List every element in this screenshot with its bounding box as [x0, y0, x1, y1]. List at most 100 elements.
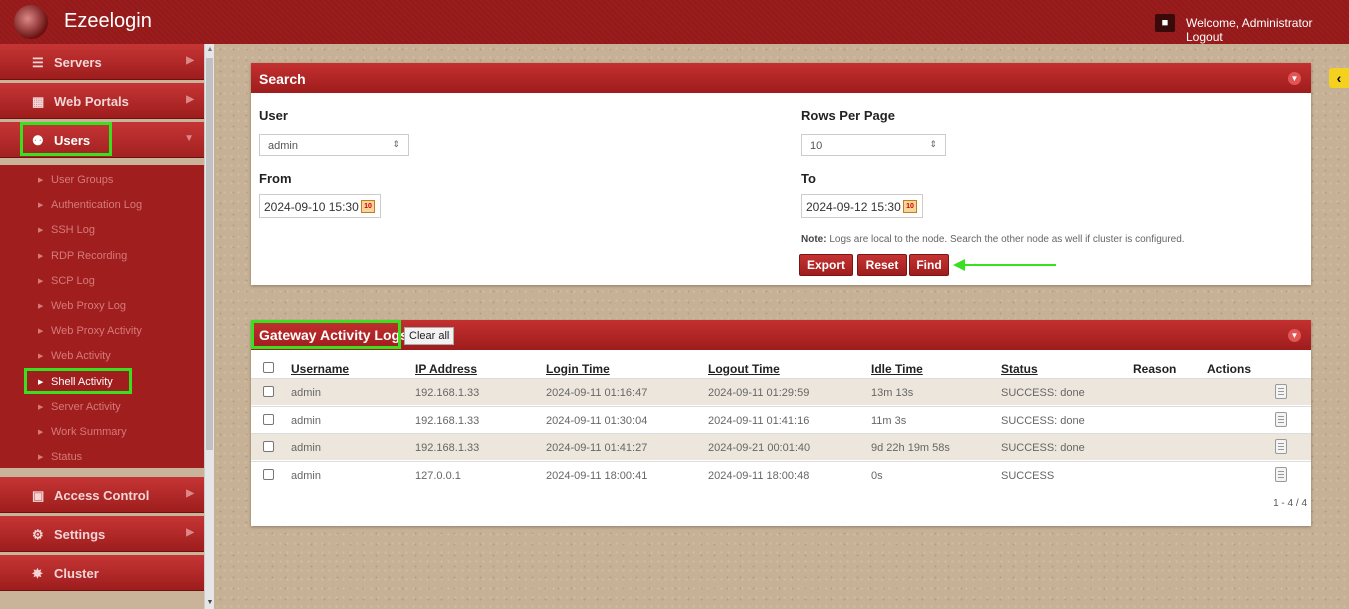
- bullet-icon: ▶: [38, 202, 44, 210]
- highlight-gateway-title: [251, 320, 401, 349]
- bullet-icon: ▶: [38, 227, 44, 235]
- bullet-icon: ▶: [38, 328, 44, 336]
- cell-status: SUCCESS: done: [1001, 387, 1085, 399]
- cell-idle: 0s: [871, 469, 883, 482]
- side-panel-toggle-icon[interactable]: ‹: [1329, 68, 1349, 88]
- welcome-logout-link[interactable]: Welcome, Administrator Logout: [1186, 16, 1349, 44]
- col-header-ip-address[interactable]: IP Address: [415, 362, 477, 376]
- select-caret-icon: ⇕: [392, 139, 400, 149]
- calendar-icon[interactable]: 10: [361, 200, 375, 213]
- col-header-login-time[interactable]: Login Time: [546, 362, 610, 376]
- delete-icon[interactable]: [1275, 411, 1287, 427]
- sidebar-item-cluster[interactable]: ✸ Cluster: [0, 555, 204, 591]
- lock-icon: ▣: [32, 488, 45, 503]
- sidebar-subitem-web-activity[interactable]: ▶ Web Activity: [0, 344, 204, 369]
- search-panel-header[interactable]: Search ▼: [251, 63, 1311, 93]
- cell-status: SUCCESS: [1001, 469, 1055, 482]
- find-button[interactable]: Find: [909, 254, 949, 276]
- table-row: admin 192.168.1.33 2024-09-11 01:30:04 2024…: [251, 405, 1311, 433]
- cluster-note: Note: Logs are local to the node. Search…: [801, 234, 1185, 245]
- sidebar-item-settings[interactable]: ⚙ Settings ▶: [0, 516, 204, 552]
- collapse-logs-icon[interactable]: ▼: [1288, 329, 1301, 342]
- col-header-idle-time[interactable]: Idle Time: [871, 362, 923, 376]
- grid-icon: ▦: [32, 94, 45, 109]
- top-bar: Ezeelogin ■ Welcome, Administrator Logou…: [0, 0, 1349, 44]
- scroll-up-icon[interactable]: ▲: [206, 46, 214, 54]
- bullet-icon: ▶: [38, 252, 44, 260]
- cell-idle: 11m 3s: [871, 414, 907, 427]
- to-date-input[interactable]: 2024-09-12 15:30 10: [801, 194, 923, 218]
- clear-all-button[interactable]: Clear all: [404, 327, 455, 345]
- logo-icon: [14, 5, 48, 39]
- col-header-actions: Actions: [1207, 362, 1252, 376]
- bullet-icon: ▶: [38, 277, 44, 285]
- rows-per-page-label: Rows Per Page: [801, 108, 895, 123]
- bullet-icon: ▶: [38, 303, 44, 310]
- sidebar-subitem-ssh-log[interactable]: ▶ SSH Log: [0, 218, 204, 243]
- sidebar-subitem-web-proxy-log[interactable]: ▶ Web Proxy Log: [0, 294, 204, 319]
- cell-logout: 2024-09-11 01:29:59: [708, 387, 810, 399]
- sidebar-item-access-control[interactable]: ▣ Access Control ▶: [0, 477, 204, 513]
- reset-button[interactable]: Reset: [857, 254, 907, 276]
- calendar-icon[interactable]: 10: [903, 200, 917, 213]
- row-checkbox[interactable]: [263, 413, 274, 425]
- search-title: Search: [259, 71, 306, 87]
- cell-idle: 13m 13s: [871, 387, 914, 399]
- sidebar-subitem-rdp-recording[interactable]: ▶ RDP Recording: [0, 244, 204, 269]
- sidebar-subitem-server-activity[interactable]: ▶ Server Activity: [0, 395, 204, 420]
- sidebar-item-label: Cluster: [54, 566, 99, 581]
- annotation-arrow-line: [960, 264, 1056, 266]
- bullet-icon: ▶: [38, 177, 44, 184]
- select-all-checkbox[interactable]: [263, 362, 274, 373]
- col-header-status[interactable]: Status: [1001, 362, 1038, 376]
- pagination-info: 1 - 4 / 4: [1273, 498, 1307, 509]
- expand-arrow-icon: ▶: [186, 55, 194, 66]
- row-checkbox[interactable]: [263, 386, 274, 397]
- bullet-icon: ▶: [38, 429, 44, 436]
- from-date-input[interactable]: 2024-09-10 15:30 10: [259, 194, 381, 218]
- scrollbar-thumb[interactable]: [206, 58, 213, 450]
- rows-per-page-select[interactable]: 10 ⇕: [801, 134, 946, 156]
- user-select[interactable]: admin ⇕: [259, 134, 409, 156]
- table-row: admin 192.168.1.33 2024-09-11 01:41:27 2024…: [251, 433, 1311, 460]
- cell-username: admin: [291, 469, 321, 482]
- delete-icon[interactable]: [1275, 439, 1287, 454]
- col-header-username[interactable]: Username: [291, 362, 349, 376]
- sidebar-scrollbar[interactable]: ▲ ▼: [204, 44, 214, 609]
- to-label: To: [801, 171, 816, 186]
- row-checkbox[interactable]: [263, 441, 274, 452]
- highlight-shell-activity: [24, 368, 132, 394]
- cell-login: 2024-09-11 01:30:04: [546, 414, 648, 427]
- sidebar-item-web-portals[interactable]: ▦ Web Portals ▶: [0, 83, 204, 119]
- cell-ip: 127.0.0.1: [415, 469, 461, 482]
- export-button[interactable]: Export: [799, 254, 853, 276]
- sidebar-subitem-work-summary[interactable]: ▶ Work Summary: [0, 420, 204, 445]
- sidebar-subitem-authentication-log[interactable]: ▶ Authentication Log: [0, 193, 204, 218]
- cell-ip: 192.168.1.33: [415, 442, 480, 454]
- user-icon[interactable]: ■: [1155, 14, 1175, 32]
- cell-status: SUCCESS: done: [1001, 414, 1085, 427]
- expand-arrow-icon: ▼: [184, 133, 194, 144]
- user-label: User: [259, 108, 288, 123]
- expand-arrow-icon: ▶: [186, 488, 194, 499]
- delete-icon[interactable]: [1275, 384, 1287, 399]
- sidebar-item-label: Servers: [54, 55, 102, 70]
- table-row: admin 192.168.1.33 2024-09-11 01:16:47 2024…: [251, 378, 1311, 405]
- sidebar-subitem-web-proxy-activity[interactable]: ▶ Web Proxy Activity: [0, 319, 204, 344]
- search-panel: Search ▼ User admin ⇕ From 2024-09-10 15…: [251, 63, 1311, 285]
- sidebar-subitem-scp-log[interactable]: ▶ SCP Log: [0, 269, 204, 294]
- delete-icon[interactable]: [1275, 466, 1287, 482]
- scroll-down-icon[interactable]: ▼: [206, 599, 214, 607]
- collapse-search-icon[interactable]: ▼: [1288, 72, 1301, 85]
- logs-panel-header[interactable]: Gateway Activity Logs Clear all ▼: [251, 320, 1311, 350]
- table-row: admin 127.0.0.1 2024-09-11 18:00:41 2024-09…: [251, 460, 1311, 488]
- sidebar-subitem-user-groups[interactable]: ▶ User Groups: [0, 168, 204, 193]
- select-caret-icon: ⇕: [929, 139, 937, 149]
- bullet-icon: ▶: [38, 454, 44, 462]
- logs-table: Username IP Address Login Time Logout Time I…: [251, 350, 1311, 526]
- col-header-logout-time[interactable]: Logout Time: [708, 362, 780, 376]
- cell-logout: 2024-09-21 00:01:40: [708, 442, 811, 454]
- sidebar-subitem-status[interactable]: ▶ Status: [0, 445, 204, 470]
- row-checkbox[interactable]: [263, 468, 274, 480]
- sidebar-item-servers[interactable]: ☰ Servers ▶: [0, 44, 204, 80]
